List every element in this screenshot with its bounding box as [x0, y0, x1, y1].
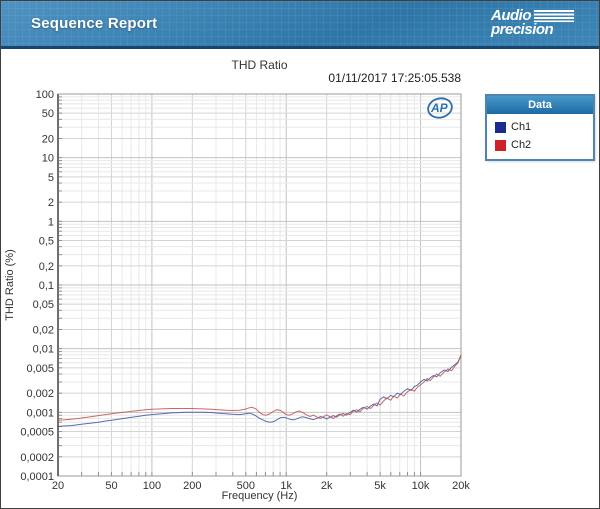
y-tick-label: 50 [42, 108, 54, 120]
ch1-color-swatch [495, 121, 506, 133]
legend-item-ch1[interactable]: Ch1 [495, 118, 587, 136]
legend-body: Ch1 Ch2 [487, 114, 593, 159]
y-tick-label: 0,01 [33, 344, 54, 356]
y-axis-label: THD Ratio (%) [4, 249, 16, 321]
y-tick-label: 100 [36, 89, 54, 101]
legend-item-ch2[interactable]: Ch2 [495, 136, 587, 154]
ch2-color-swatch [495, 139, 506, 151]
y-tick-label: 1 [48, 216, 54, 228]
y-tick-label: 0,0001 [20, 471, 54, 483]
legend-label-ch2: Ch2 [511, 139, 532, 151]
legend-panel: Data Ch1 Ch2 [485, 94, 595, 161]
series-line-ch1 [57, 355, 462, 427]
y-tick-label: 0,02 [33, 325, 54, 337]
legend-title: Data [487, 96, 593, 114]
sequence-report-window: Sequence Report Audio precision 20 50 100 2… [0, 0, 600, 509]
x-axis-label: Frequency (Hz) [221, 490, 298, 502]
chart-timestamp: 01/11/2017 17:25:05.538 [328, 71, 461, 85]
legend-label-ch1: Ch1 [511, 121, 532, 133]
y-tick-label: 0,005 [26, 363, 54, 375]
y-tick-label: 0,002 [26, 388, 54, 400]
ap-badge-icon: AP [430, 101, 449, 115]
y-tick-label: 0,1 [39, 280, 54, 292]
y-tick-label: 10 [42, 153, 54, 165]
chart-title: THD Ratio [231, 58, 288, 72]
y-tick-label: 5 [48, 172, 54, 184]
y-tick-label: 0,05 [33, 299, 54, 311]
y-tick-label: 2 [48, 197, 54, 209]
y-tick-label: 0,001 [26, 407, 54, 419]
y-tick-label: 0,5 [39, 235, 54, 247]
y-tick-label: 0,0005 [20, 426, 54, 438]
y-tick-label: 20 [42, 134, 54, 146]
y-tick-label: 0,0002 [20, 452, 54, 464]
y-tick-label: 0,2 [39, 261, 54, 273]
series-line-ch2 [57, 354, 462, 421]
